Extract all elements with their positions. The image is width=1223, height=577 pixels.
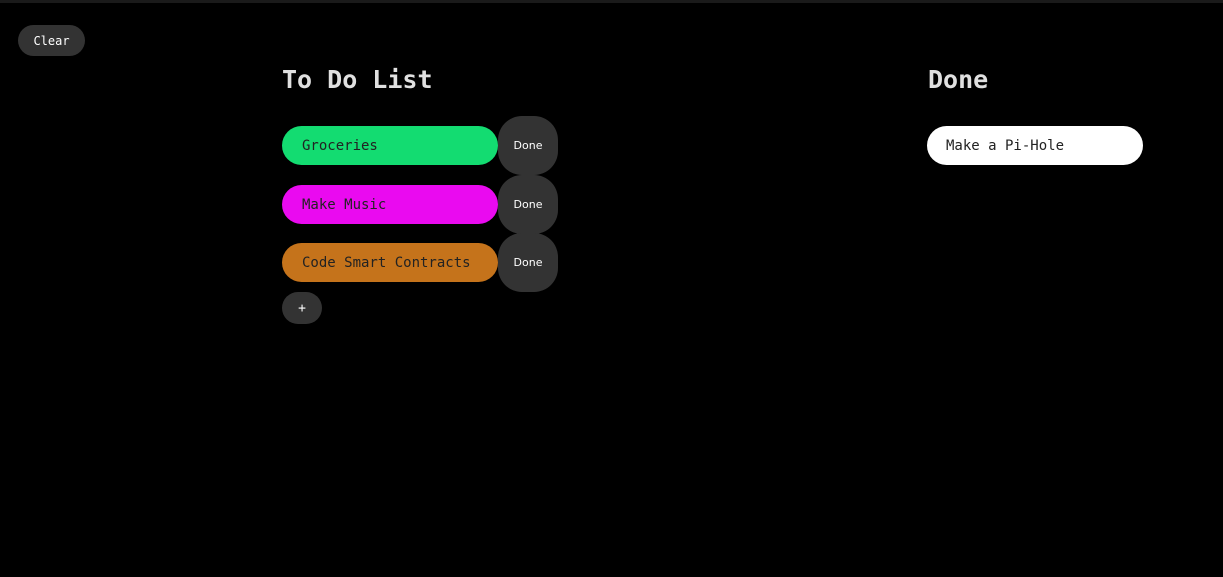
todo-item: Make Music Done [282, 175, 562, 234]
done-item[interactable]: Make a Pi-Hole [927, 126, 1143, 165]
clear-button[interactable]: Clear [18, 25, 85, 56]
todo-item: Groceries Done [282, 116, 562, 175]
add-item-button[interactable]: + [282, 292, 322, 324]
todo-item-label[interactable]: Code Smart Contracts [282, 243, 498, 282]
mark-done-button[interactable]: Done [498, 233, 558, 292]
top-border [0, 0, 1223, 3]
done-list-title: Done [928, 65, 989, 94]
mark-done-button[interactable]: Done [498, 175, 558, 234]
todo-item-label[interactable]: Make Music [282, 185, 498, 224]
todo-item-label[interactable]: Groceries [282, 126, 498, 165]
mark-done-button[interactable]: Done [498, 116, 558, 175]
todo-item: Code Smart Contracts Done [282, 233, 562, 292]
todo-list-title: To Do List [282, 65, 433, 94]
